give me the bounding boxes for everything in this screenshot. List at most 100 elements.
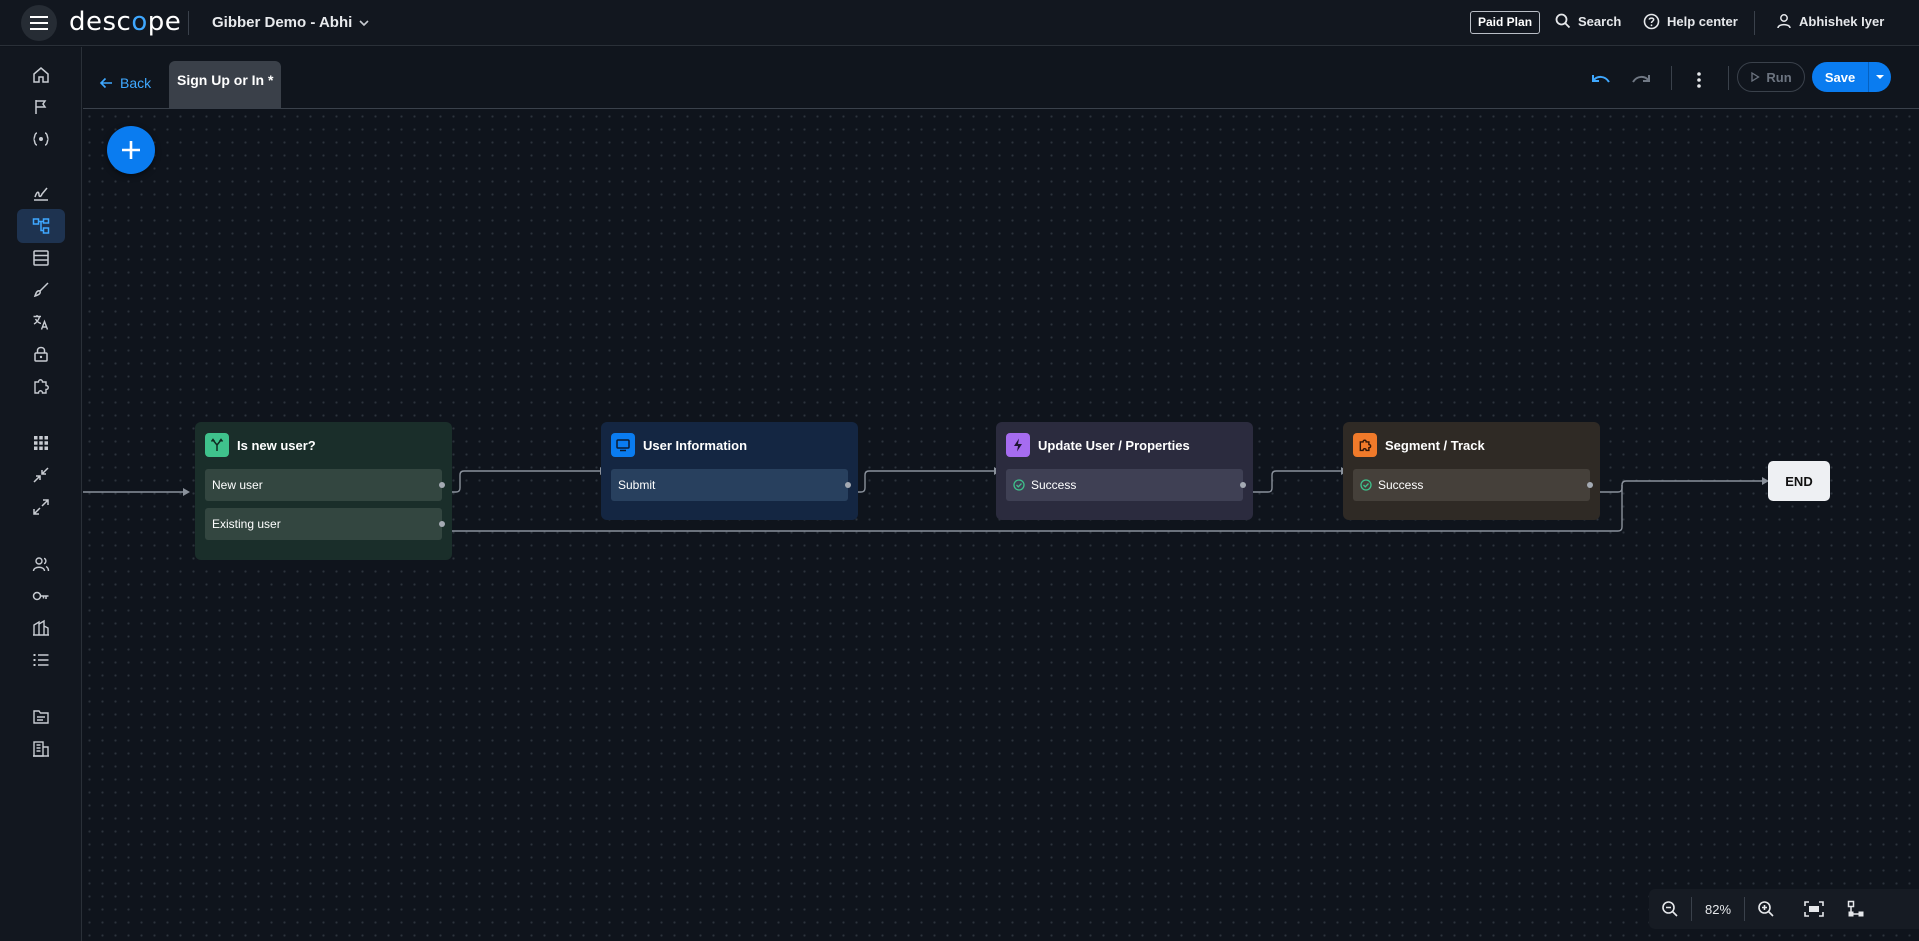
node-update-user-properties[interactable]: Update User / Properties Success bbox=[996, 422, 1253, 520]
node-end[interactable]: END bbox=[1768, 461, 1830, 501]
back-button[interactable]: Back bbox=[99, 75, 151, 91]
sidebar-item-inbound-apps[interactable] bbox=[17, 458, 65, 492]
edge-new-user-to-user-information bbox=[442, 470, 601, 493]
user-icon bbox=[1777, 14, 1791, 29]
user-menu[interactable]: Abhishek Iyer bbox=[1776, 13, 1884, 29]
sidebar-item-sdk[interactable] bbox=[17, 122, 65, 156]
divider bbox=[1671, 66, 1672, 90]
more-vertical-icon bbox=[1697, 72, 1701, 88]
sidebar-item-localization[interactable] bbox=[17, 305, 65, 339]
zoom-controls: 82% bbox=[1649, 889, 1919, 929]
auto-layout-button[interactable] bbox=[1835, 889, 1877, 929]
node-title: Segment / Track bbox=[1385, 437, 1485, 453]
divider bbox=[1754, 11, 1755, 35]
chevron-down-icon bbox=[359, 19, 369, 26]
flows-icon bbox=[32, 218, 50, 234]
edge-submit-to-update-user bbox=[846, 470, 995, 493]
output-handle[interactable] bbox=[439, 521, 445, 527]
node-segment-track[interactable]: Segment / Track Success bbox=[1343, 422, 1600, 520]
save-button[interactable]: Save bbox=[1812, 70, 1868, 85]
check-circle-icon bbox=[1360, 479, 1372, 491]
menu-button[interactable] bbox=[21, 5, 57, 41]
descope-logo[interactable]: descope bbox=[69, 7, 181, 37]
sidebar-item-tenants[interactable] bbox=[17, 611, 65, 645]
divider bbox=[1728, 66, 1729, 90]
help-center-button[interactable]: Help center bbox=[1643, 13, 1738, 30]
zoom-level: 82% bbox=[1704, 901, 1732, 917]
node-title: Is new user? bbox=[237, 437, 316, 453]
plan-badge[interactable]: Paid Plan bbox=[1470, 11, 1541, 34]
fit-view-button[interactable] bbox=[1793, 889, 1835, 929]
search-button[interactable]: Search bbox=[1555, 13, 1621, 29]
sidebar-item-outbound-apps[interactable] bbox=[17, 490, 65, 524]
node-output-success[interactable]: Success bbox=[1006, 469, 1246, 501]
node-user-information[interactable]: User Information Submit bbox=[601, 422, 858, 520]
sidebar-item-flows[interactable] bbox=[17, 209, 65, 243]
save-options-button[interactable] bbox=[1868, 62, 1891, 92]
sidebar-item-connectors[interactable] bbox=[17, 369, 65, 403]
left-sidebar bbox=[0, 47, 82, 941]
flow-tab-sign-up-or-in[interactable]: Sign Up or In * bbox=[169, 61, 282, 108]
zoom-out-icon bbox=[1662, 901, 1678, 917]
sidebar-item-security[interactable] bbox=[17, 337, 65, 371]
sidebar-item-access-keys[interactable] bbox=[17, 579, 65, 613]
caret-down-icon bbox=[1876, 75, 1884, 79]
arrow-left-icon bbox=[99, 77, 112, 89]
fit-screen-icon bbox=[1804, 901, 1824, 917]
node-output-new-user[interactable]: New user bbox=[205, 469, 445, 501]
condition-icon bbox=[205, 433, 229, 457]
run-button[interactable]: Run bbox=[1737, 62, 1805, 92]
sidebar-item-applications[interactable] bbox=[17, 426, 65, 460]
output-handle[interactable] bbox=[439, 482, 445, 488]
node-is-new-user[interactable]: Is new user? New user Existing user bbox=[195, 422, 452, 560]
home-icon bbox=[33, 67, 49, 83]
puzzle-icon bbox=[34, 379, 49, 394]
zoom-in-icon bbox=[1758, 901, 1774, 917]
sidebar-item-getting-started[interactable] bbox=[17, 90, 65, 124]
zoom-out-button[interactable] bbox=[1649, 889, 1691, 929]
help-icon bbox=[1643, 13, 1660, 30]
sidebar-item-styles[interactable] bbox=[17, 273, 65, 307]
screen-icon bbox=[611, 433, 635, 457]
undo-icon bbox=[1592, 75, 1610, 83]
sidebar-item-screens[interactable] bbox=[17, 241, 65, 275]
project-name: Gibber Demo - Abhi bbox=[212, 14, 353, 31]
building-icon bbox=[33, 619, 49, 636]
key-icon bbox=[32, 591, 49, 601]
flag-icon bbox=[35, 100, 47, 114]
node-output-submit[interactable]: Submit bbox=[611, 469, 851, 501]
connector-puzzle-icon bbox=[1353, 433, 1377, 457]
output-handle[interactable] bbox=[845, 482, 851, 488]
signature-icon bbox=[34, 187, 48, 201]
top-bar: descope Gibber Demo - Abhi Paid Plan Sea… bbox=[0, 0, 1919, 46]
node-output-success[interactable]: Success bbox=[1353, 469, 1593, 501]
expand-icon bbox=[33, 499, 49, 515]
output-handle[interactable] bbox=[1240, 482, 1246, 488]
company-icon bbox=[33, 741, 49, 757]
translate-icon bbox=[33, 315, 49, 330]
zoom-in-button[interactable] bbox=[1745, 889, 1787, 929]
users-icon bbox=[32, 557, 50, 572]
output-handle[interactable] bbox=[1587, 482, 1593, 488]
edge-success-to-end bbox=[1588, 480, 1763, 493]
sidebar-item-users[interactable] bbox=[17, 547, 65, 581]
sidebar-item-project[interactable] bbox=[17, 700, 65, 734]
more-options-button[interactable] bbox=[1684, 65, 1714, 95]
play-icon bbox=[1751, 72, 1761, 82]
project-selector[interactable]: Gibber Demo - Abhi bbox=[212, 14, 370, 31]
node-output-existing-user[interactable]: Existing user bbox=[205, 508, 445, 540]
redo-button[interactable] bbox=[1626, 65, 1656, 95]
code-icon bbox=[33, 132, 49, 146]
list-icon bbox=[33, 654, 49, 666]
lightning-icon bbox=[1006, 433, 1030, 457]
sidebar-item-home[interactable] bbox=[17, 58, 65, 92]
node-title: Update User / Properties bbox=[1038, 437, 1190, 453]
flow-canvas[interactable]: Is new user? New user Existing user User… bbox=[83, 110, 1919, 941]
node-title: User Information bbox=[643, 437, 748, 453]
sidebar-item-authentication[interactable] bbox=[17, 177, 65, 211]
check-circle-icon bbox=[1013, 479, 1025, 491]
sidebar-item-company[interactable] bbox=[17, 732, 65, 766]
collapse-icon bbox=[33, 467, 49, 483]
sidebar-item-audit[interactable] bbox=[17, 643, 65, 677]
undo-button[interactable] bbox=[1586, 65, 1616, 95]
